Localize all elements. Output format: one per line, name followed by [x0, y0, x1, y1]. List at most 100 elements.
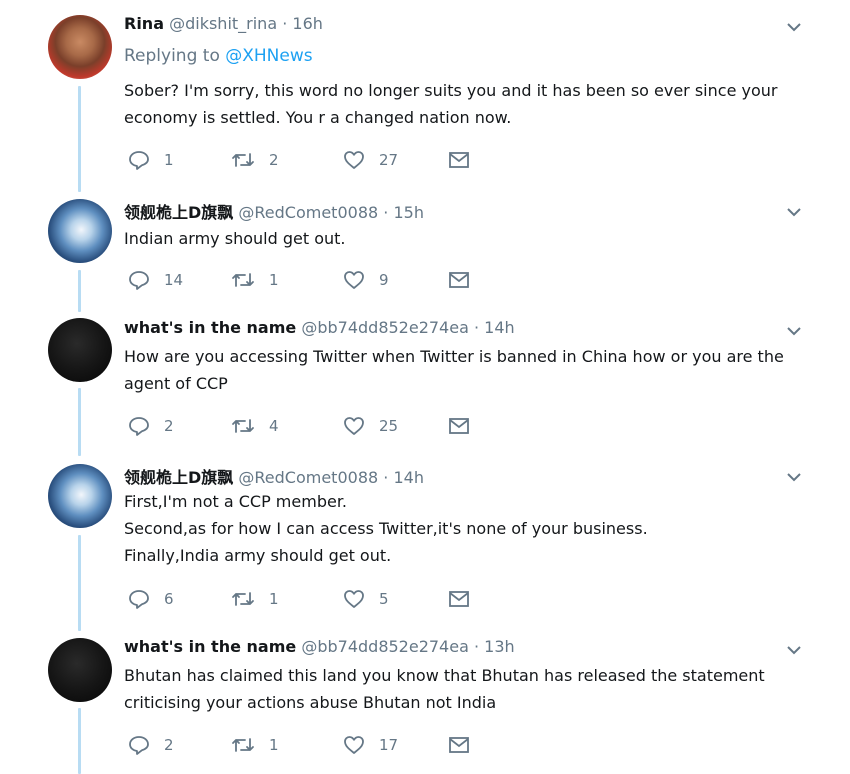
avatar[interactable] [48, 199, 112, 263]
reply-count: 2 [164, 736, 174, 754]
retweet-icon [232, 273, 254, 287]
retweet-button[interactable]: 1 [231, 587, 279, 611]
timestamp[interactable]: 13h [484, 637, 515, 656]
like-count: 9 [379, 271, 389, 289]
display-name[interactable]: Rina [124, 14, 164, 33]
direct-message-button[interactable] [448, 268, 470, 292]
envelope-icon [449, 418, 469, 434]
user-handle[interactable]: @RedComet0088 [238, 468, 378, 487]
retweet-count: 2 [269, 151, 279, 169]
thread-line [78, 86, 81, 192]
retweet-count: 1 [269, 736, 279, 754]
timestamp[interactable]: 14h [484, 318, 515, 337]
replying-to-label: Replying to [124, 46, 220, 66]
separator-dot: · [282, 14, 288, 33]
user-handle[interactable]: @bb74dd852e274ea [301, 318, 469, 337]
envelope-icon [449, 272, 469, 288]
chevron-down-icon[interactable] [786, 469, 802, 485]
like-button[interactable]: 27 [343, 148, 398, 172]
retweet-count: 4 [269, 417, 279, 435]
reply-count: 6 [164, 590, 174, 608]
reply-icon [129, 271, 149, 290]
direct-message-button[interactable] [448, 587, 470, 611]
timestamp[interactable]: 16h [292, 14, 323, 33]
tweet-text-line: Finally,India army should get out. [124, 546, 392, 565]
timestamp[interactable]: 14h [393, 468, 424, 487]
like-button[interactable]: 9 [343, 268, 389, 292]
reply-count: 14 [164, 271, 184, 289]
tweet-header: 领舰桅上D旗飘 @RedComet0088 · 15h [124, 199, 424, 223]
separator-dot: · [383, 203, 389, 222]
avatar[interactable] [48, 464, 112, 528]
retweet-icon [232, 592, 254, 606]
replying-to-handle[interactable]: @XHNews [225, 46, 312, 66]
reply-button[interactable]: 14 [128, 268, 183, 292]
like-button[interactable]: 17 [343, 733, 398, 757]
heart-icon [344, 590, 364, 608]
like-button[interactable]: 5 [343, 587, 389, 611]
retweet-icon [232, 419, 254, 433]
separator-dot: · [473, 637, 480, 656]
envelope-icon [449, 737, 469, 753]
display-name[interactable]: 领舰桅上D旗飘 [124, 468, 233, 487]
thread-line [78, 388, 81, 456]
avatar[interactable] [48, 318, 112, 382]
retweet-button[interactable]: 1 [231, 268, 279, 292]
tweet-header: what's in the name @bb74dd852e274ea · 13… [124, 637, 515, 656]
reply-button[interactable]: 2 [128, 414, 174, 438]
like-count: 25 [379, 417, 399, 435]
tweet-text-line: Second,as for how I can access Twitter,i… [124, 519, 648, 538]
display-name[interactable]: what's in the name [124, 318, 296, 337]
retweet-icon [232, 738, 254, 752]
reply-icon [129, 151, 149, 170]
user-handle[interactable]: @dikshit_rina [169, 14, 277, 33]
user-handle[interactable]: @bb74dd852e274ea [301, 637, 469, 656]
chevron-down-icon[interactable] [786, 642, 802, 658]
thread-line [78, 535, 81, 631]
reply-icon [129, 736, 149, 755]
heart-icon [344, 736, 364, 754]
retweet-button[interactable]: 1 [231, 733, 279, 757]
tweet-actions: 1 2 27 [128, 148, 488, 172]
tweet-header: what's in the name @bb74dd852e274ea · 14… [124, 318, 515, 337]
reply-icon [129, 417, 149, 436]
retweet-icon [232, 153, 254, 167]
like-button[interactable]: 25 [343, 414, 398, 438]
separator-dot: · [473, 318, 480, 337]
reply-count: 1 [164, 151, 174, 169]
chevron-down-icon[interactable] [786, 323, 802, 339]
tweet-actions: 6 1 5 [128, 587, 488, 611]
reply-count: 2 [164, 417, 174, 435]
direct-message-button[interactable] [448, 414, 470, 438]
reply-button[interactable]: 2 [128, 733, 174, 757]
retweet-button[interactable]: 4 [231, 414, 279, 438]
envelope-icon [449, 591, 469, 607]
thread-line [78, 270, 81, 312]
tweet-text: How are you accessing Twitter when Twitt… [124, 347, 784, 393]
avatar[interactable] [48, 638, 112, 702]
retweet-count: 1 [269, 590, 279, 608]
tweet-text: First,I'm not a CCP member. Second,as fo… [124, 488, 804, 569]
tweet-actions: 14 1 9 [128, 268, 488, 292]
tweet-header: 领舰桅上D旗飘 @RedComet0088 · 14h [124, 464, 424, 488]
reply-icon [129, 590, 149, 609]
display-name[interactable]: 领舰桅上D旗飘 [124, 203, 233, 222]
user-handle[interactable]: @RedComet0088 [238, 203, 378, 222]
envelope-icon [449, 152, 469, 168]
avatar[interactable] [48, 15, 112, 79]
direct-message-button[interactable] [448, 733, 470, 757]
chevron-down-icon[interactable] [786, 204, 802, 220]
direct-message-button[interactable] [448, 148, 470, 172]
timestamp[interactable]: 15h [393, 203, 424, 222]
thread-line [78, 708, 81, 774]
heart-icon [344, 417, 364, 435]
replying-to: Replying to @XHNews [124, 46, 313, 66]
chevron-down-icon[interactable] [786, 19, 802, 35]
like-count: 27 [379, 151, 399, 169]
like-count: 5 [379, 590, 389, 608]
heart-icon [344, 151, 364, 169]
reply-button[interactable]: 1 [128, 148, 174, 172]
retweet-button[interactable]: 2 [231, 148, 279, 172]
reply-button[interactable]: 6 [128, 587, 174, 611]
display-name[interactable]: what's in the name [124, 637, 296, 656]
